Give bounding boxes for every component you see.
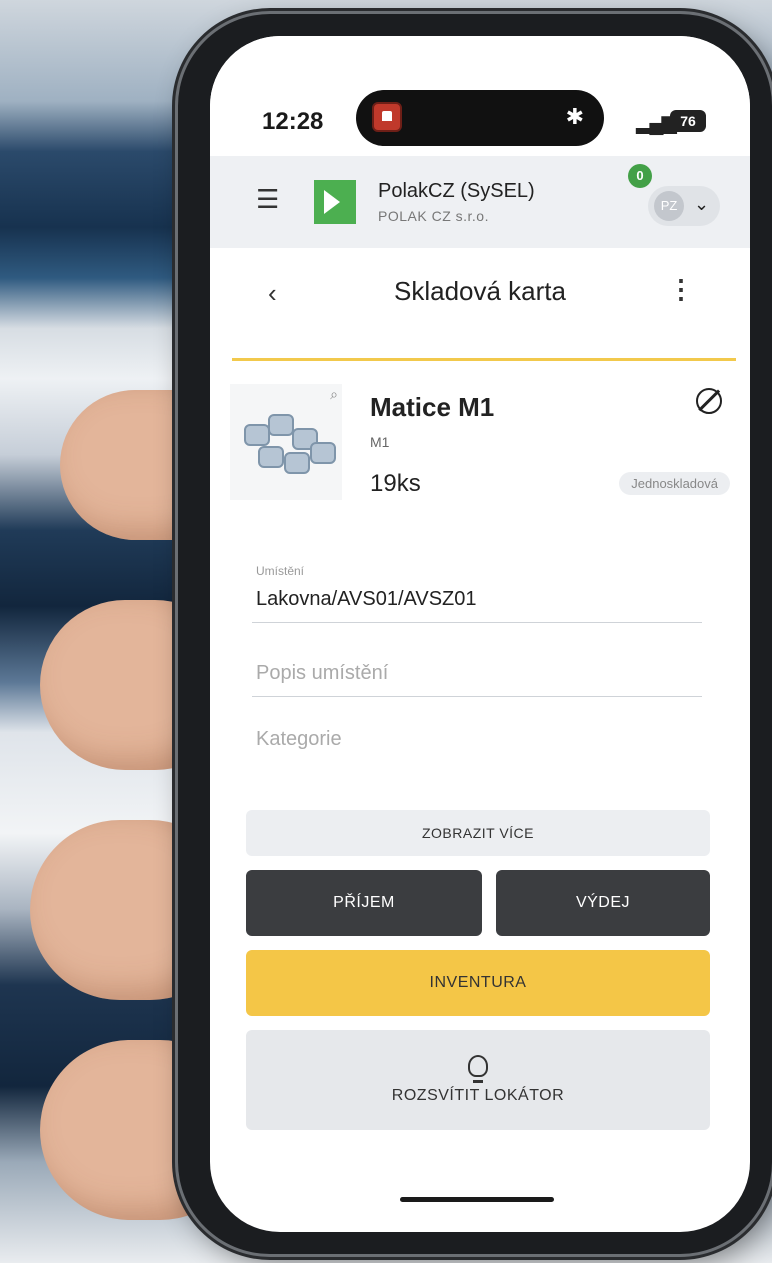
issue-button[interactable]: VÝDEJ (496, 870, 710, 936)
page-header: ‹ Skladová karta ⋮ (210, 248, 750, 344)
phone-screen: 12:28 ✱ ▂▄▆ 76 ☰ PolakCZ (SySEL) POLAK C… (210, 36, 750, 1232)
product-image[interactable]: ⌕ (230, 384, 342, 500)
app-activity-icon (372, 102, 402, 132)
avatar: PZ (654, 191, 684, 221)
product-code: M1 (370, 434, 390, 450)
product-name: Matice M1 (370, 392, 495, 422)
nut-shape (284, 452, 310, 474)
company-name: PolakCZ (SySEL) (378, 180, 535, 202)
locator-label: ROZSVÍTIT LOKÁTOR (391, 1087, 565, 1104)
storage-type-badge: Jednoskladová (619, 472, 730, 495)
more-options-icon[interactable]: ⋮ (668, 274, 694, 305)
company-logo (314, 180, 356, 224)
divider (232, 358, 736, 361)
show-more-label: ZOBRAZIT VÍCE (421, 825, 535, 841)
user-menu-button[interactable]: PZ ⌄ (648, 186, 720, 226)
status-bar: 12:28 ✱ ▂▄▆ 76 (210, 36, 750, 156)
menu-icon[interactable]: ☰ (256, 186, 280, 212)
lightbulb-icon (468, 1055, 488, 1083)
issue-label: VÝDEJ (575, 894, 631, 911)
product-card: ⌕ Matice M1 M1 19ks Jednoskladová (210, 378, 750, 508)
nut-shape (310, 442, 336, 464)
dynamic-island: ✱ (356, 90, 604, 146)
product-quantity: 19ks (370, 470, 421, 497)
nut-shape (244, 424, 270, 446)
inventory-button[interactable]: INVENTURA (246, 950, 710, 1016)
category-field[interactable]: Kategorie (256, 728, 342, 751)
location-underline (252, 622, 702, 623)
show-more-button[interactable]: ZOBRAZIT VÍCE (246, 810, 710, 856)
app-header: ☰ PolakCZ (SySEL) POLAK CZ s.r.o. 0 PZ ⌄ (210, 156, 750, 248)
zoom-icon[interactable]: ⌕ (330, 386, 338, 403)
home-indicator[interactable] (400, 1197, 554, 1202)
receive-label: PŘÍJEM (333, 894, 395, 911)
location-label: Umístění (256, 564, 305, 578)
nut-shape (268, 414, 294, 436)
receive-button[interactable]: PŘÍJEM (246, 870, 482, 936)
chevron-down-icon: ⌄ (694, 194, 710, 214)
location-description-field[interactable]: Popis umístění (256, 662, 388, 685)
location-description-underline (252, 696, 702, 697)
phone-frame: 12:28 ✱ ▂▄▆ 76 ☰ PolakCZ (SySEL) POLAK C… (178, 14, 772, 1254)
status-time: 12:28 (262, 108, 324, 135)
inventory-label: INVENTURA (429, 974, 527, 991)
location-field[interactable]: Lakovna/AVS01/AVSZ01 (256, 588, 477, 611)
notification-badge[interactable]: 0 (628, 164, 652, 188)
company-subtitle: POLAK CZ s.r.o. (378, 208, 489, 224)
battery-indicator: 76 (670, 110, 706, 132)
block-icon[interactable] (696, 388, 722, 414)
locator-button[interactable]: ROZSVÍTIT LOKÁTOR (246, 1030, 710, 1130)
bluetooth-icon: ✱ (565, 104, 584, 129)
nut-shape (258, 446, 284, 468)
